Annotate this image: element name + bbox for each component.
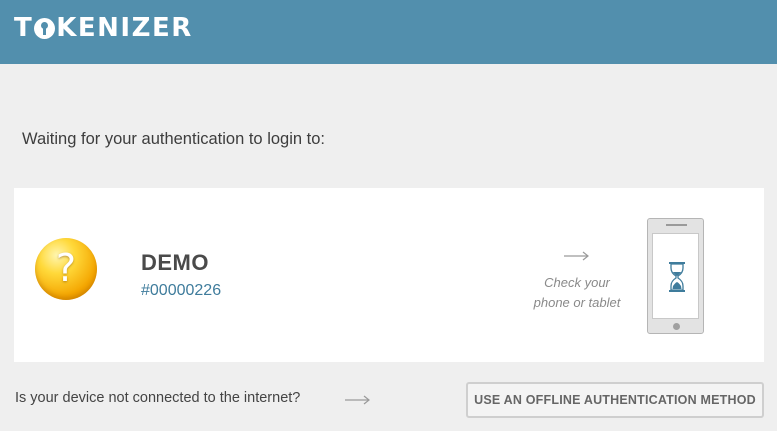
phone-icon (647, 218, 704, 334)
phone-home-button (673, 323, 680, 330)
phone-screen (652, 233, 699, 319)
device-hint-line-1: Check your (544, 275, 610, 290)
offline-authentication-button[interactable]: USE AN OFFLINE AUTHENTICATION METHOD (466, 382, 764, 418)
account-name: DEMO (141, 250, 209, 275)
hourglass-icon (669, 262, 685, 292)
account-id: #00000226 (141, 282, 222, 299)
logo-text-prefix: T (14, 13, 34, 43)
waiting-message: Waiting for your authentication to login… (22, 130, 325, 148)
authentication-card: ? DEMO #00000226 Check your phone or tab… (14, 188, 764, 362)
account-avatar: ? (35, 238, 97, 300)
logo-text-suffix: KENIZER (56, 13, 193, 43)
device-hint-line-2: phone or tablet (533, 295, 621, 310)
app-header: T KENIZER (0, 0, 777, 64)
phone-speaker (666, 224, 687, 226)
offline-question: Is your device not connected to the inte… (15, 390, 301, 406)
device-hint-text: Check your phone or tablet (522, 273, 632, 313)
arrow-right-icon (564, 251, 590, 261)
logo-keyhole-icon (34, 17, 56, 39)
tokenizer-logo: T KENIZER (14, 12, 193, 44)
question-mark-icon: ? (55, 246, 77, 290)
arrow-right-icon (345, 395, 371, 405)
